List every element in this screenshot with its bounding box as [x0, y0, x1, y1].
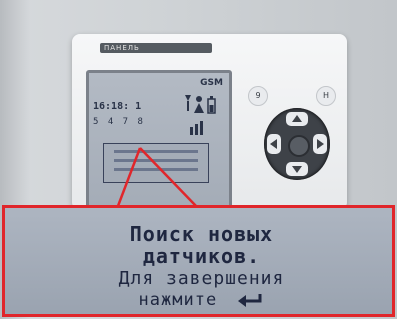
enter-icon — [238, 294, 262, 307]
zoom-line-1: Поиск новых — [129, 222, 274, 246]
zoom-line-4: нажмите — [5, 290, 397, 310]
zoomed-lcd-message: Поиск новых датчиков. Для завершения наж… — [2, 205, 395, 317]
zoom-line-3: Для завершения — [118, 268, 285, 289]
zoom-line-2: датчиков. — [142, 244, 261, 268]
zoom-line-4-text: нажмите — [138, 290, 218, 310]
